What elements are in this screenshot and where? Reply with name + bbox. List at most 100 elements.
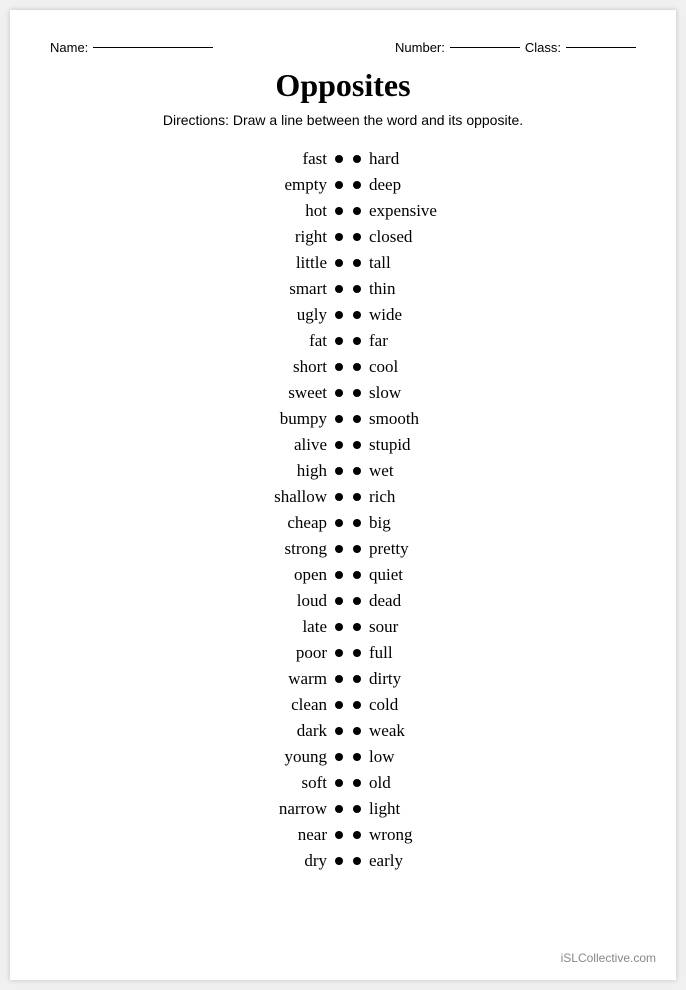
dot-icon	[335, 233, 343, 241]
left-word: open	[294, 565, 327, 585]
list-item: quiet	[353, 562, 403, 588]
list-item: shallow	[274, 484, 343, 510]
dot-icon	[335, 753, 343, 761]
dot-icon	[335, 467, 343, 475]
right-word: slow	[369, 383, 401, 403]
list-item: ugly	[297, 302, 343, 328]
list-item: smooth	[353, 406, 419, 432]
number-line[interactable]	[450, 47, 520, 48]
list-item: right	[295, 224, 343, 250]
dot-icon	[335, 597, 343, 605]
left-word: dry	[304, 851, 327, 871]
dot-icon	[353, 545, 361, 553]
dot-icon	[353, 519, 361, 527]
right-word: thin	[369, 279, 395, 299]
page-title: Opposites	[50, 67, 636, 104]
list-item: slow	[353, 380, 401, 406]
list-item: low	[353, 744, 395, 770]
left-word: fat	[309, 331, 327, 351]
left-word: hot	[305, 201, 327, 221]
right-word: tall	[369, 253, 391, 273]
list-item: poor	[296, 640, 343, 666]
right-word: expensive	[369, 201, 437, 221]
dot-icon	[335, 727, 343, 735]
left-word: soft	[302, 773, 328, 793]
dot-icon	[335, 311, 343, 319]
dot-icon	[335, 415, 343, 423]
dot-icon	[353, 571, 361, 579]
dot-icon	[335, 441, 343, 449]
left-word: clean	[291, 695, 327, 715]
dot-icon	[353, 597, 361, 605]
class-line[interactable]	[566, 47, 636, 48]
dot-icon	[353, 337, 361, 345]
dot-icon	[353, 233, 361, 241]
header-row: Name: Number: Class:	[50, 40, 636, 55]
right-word: sour	[369, 617, 398, 637]
header-right: Number: Class:	[395, 40, 636, 55]
left-word: ugly	[297, 305, 327, 325]
dot-icon	[335, 207, 343, 215]
list-item: warm	[288, 666, 343, 692]
dot-icon	[335, 519, 343, 527]
right-word: wide	[369, 305, 402, 325]
left-word: late	[302, 617, 327, 637]
left-word: bumpy	[280, 409, 327, 429]
list-item: short	[293, 354, 343, 380]
directions-text: Directions: Draw a line between the word…	[50, 112, 636, 128]
dot-icon	[335, 779, 343, 787]
right-word: far	[369, 331, 388, 351]
dot-icon	[335, 831, 343, 839]
dot-icon	[353, 441, 361, 449]
list-item: clean	[291, 692, 343, 718]
list-item: old	[353, 770, 391, 796]
list-item: cold	[353, 692, 398, 718]
list-item: pretty	[353, 536, 409, 562]
worksheet-page: Name: Number: Class: Opposites Direction…	[10, 10, 676, 980]
dot-icon	[335, 675, 343, 683]
left-word: near	[298, 825, 327, 845]
left-word: high	[297, 461, 327, 481]
left-word: empty	[285, 175, 328, 195]
dot-icon	[335, 623, 343, 631]
list-item: cool	[353, 354, 398, 380]
left-word: narrow	[279, 799, 327, 819]
list-item: cheap	[287, 510, 343, 536]
list-item: high	[297, 458, 343, 484]
right-word: full	[369, 643, 393, 663]
list-item: rich	[353, 484, 395, 510]
dot-icon	[335, 857, 343, 865]
dot-icon	[335, 493, 343, 501]
list-item: open	[294, 562, 343, 588]
list-item: empty	[285, 172, 344, 198]
list-item: light	[353, 796, 400, 822]
dot-icon	[335, 155, 343, 163]
dot-icon	[335, 571, 343, 579]
list-item: young	[285, 744, 344, 770]
right-word: closed	[369, 227, 412, 247]
dot-icon	[353, 155, 361, 163]
header-left: Name:	[50, 40, 213, 55]
dot-icon	[335, 337, 343, 345]
right-word: early	[369, 851, 403, 871]
name-line[interactable]	[93, 47, 213, 48]
list-item: dead	[353, 588, 401, 614]
list-item: stupid	[353, 432, 411, 458]
left-word: sweet	[288, 383, 327, 403]
right-word: light	[369, 799, 400, 819]
dot-icon	[353, 285, 361, 293]
list-item: wide	[353, 302, 402, 328]
right-column: harddeepexpensiveclosedtallthinwidefarco…	[343, 146, 607, 874]
right-word: dead	[369, 591, 401, 611]
list-item: tall	[353, 250, 391, 276]
list-item: strong	[285, 536, 344, 562]
right-word: wet	[369, 461, 394, 481]
left-word: young	[285, 747, 328, 767]
words-container: fastemptyhotrightlittlesmartuglyfatshort…	[50, 146, 636, 874]
left-word: short	[293, 357, 327, 377]
dot-icon	[335, 363, 343, 371]
dot-icon	[353, 467, 361, 475]
dot-icon	[353, 701, 361, 709]
dot-icon	[353, 181, 361, 189]
dot-icon	[353, 857, 361, 865]
